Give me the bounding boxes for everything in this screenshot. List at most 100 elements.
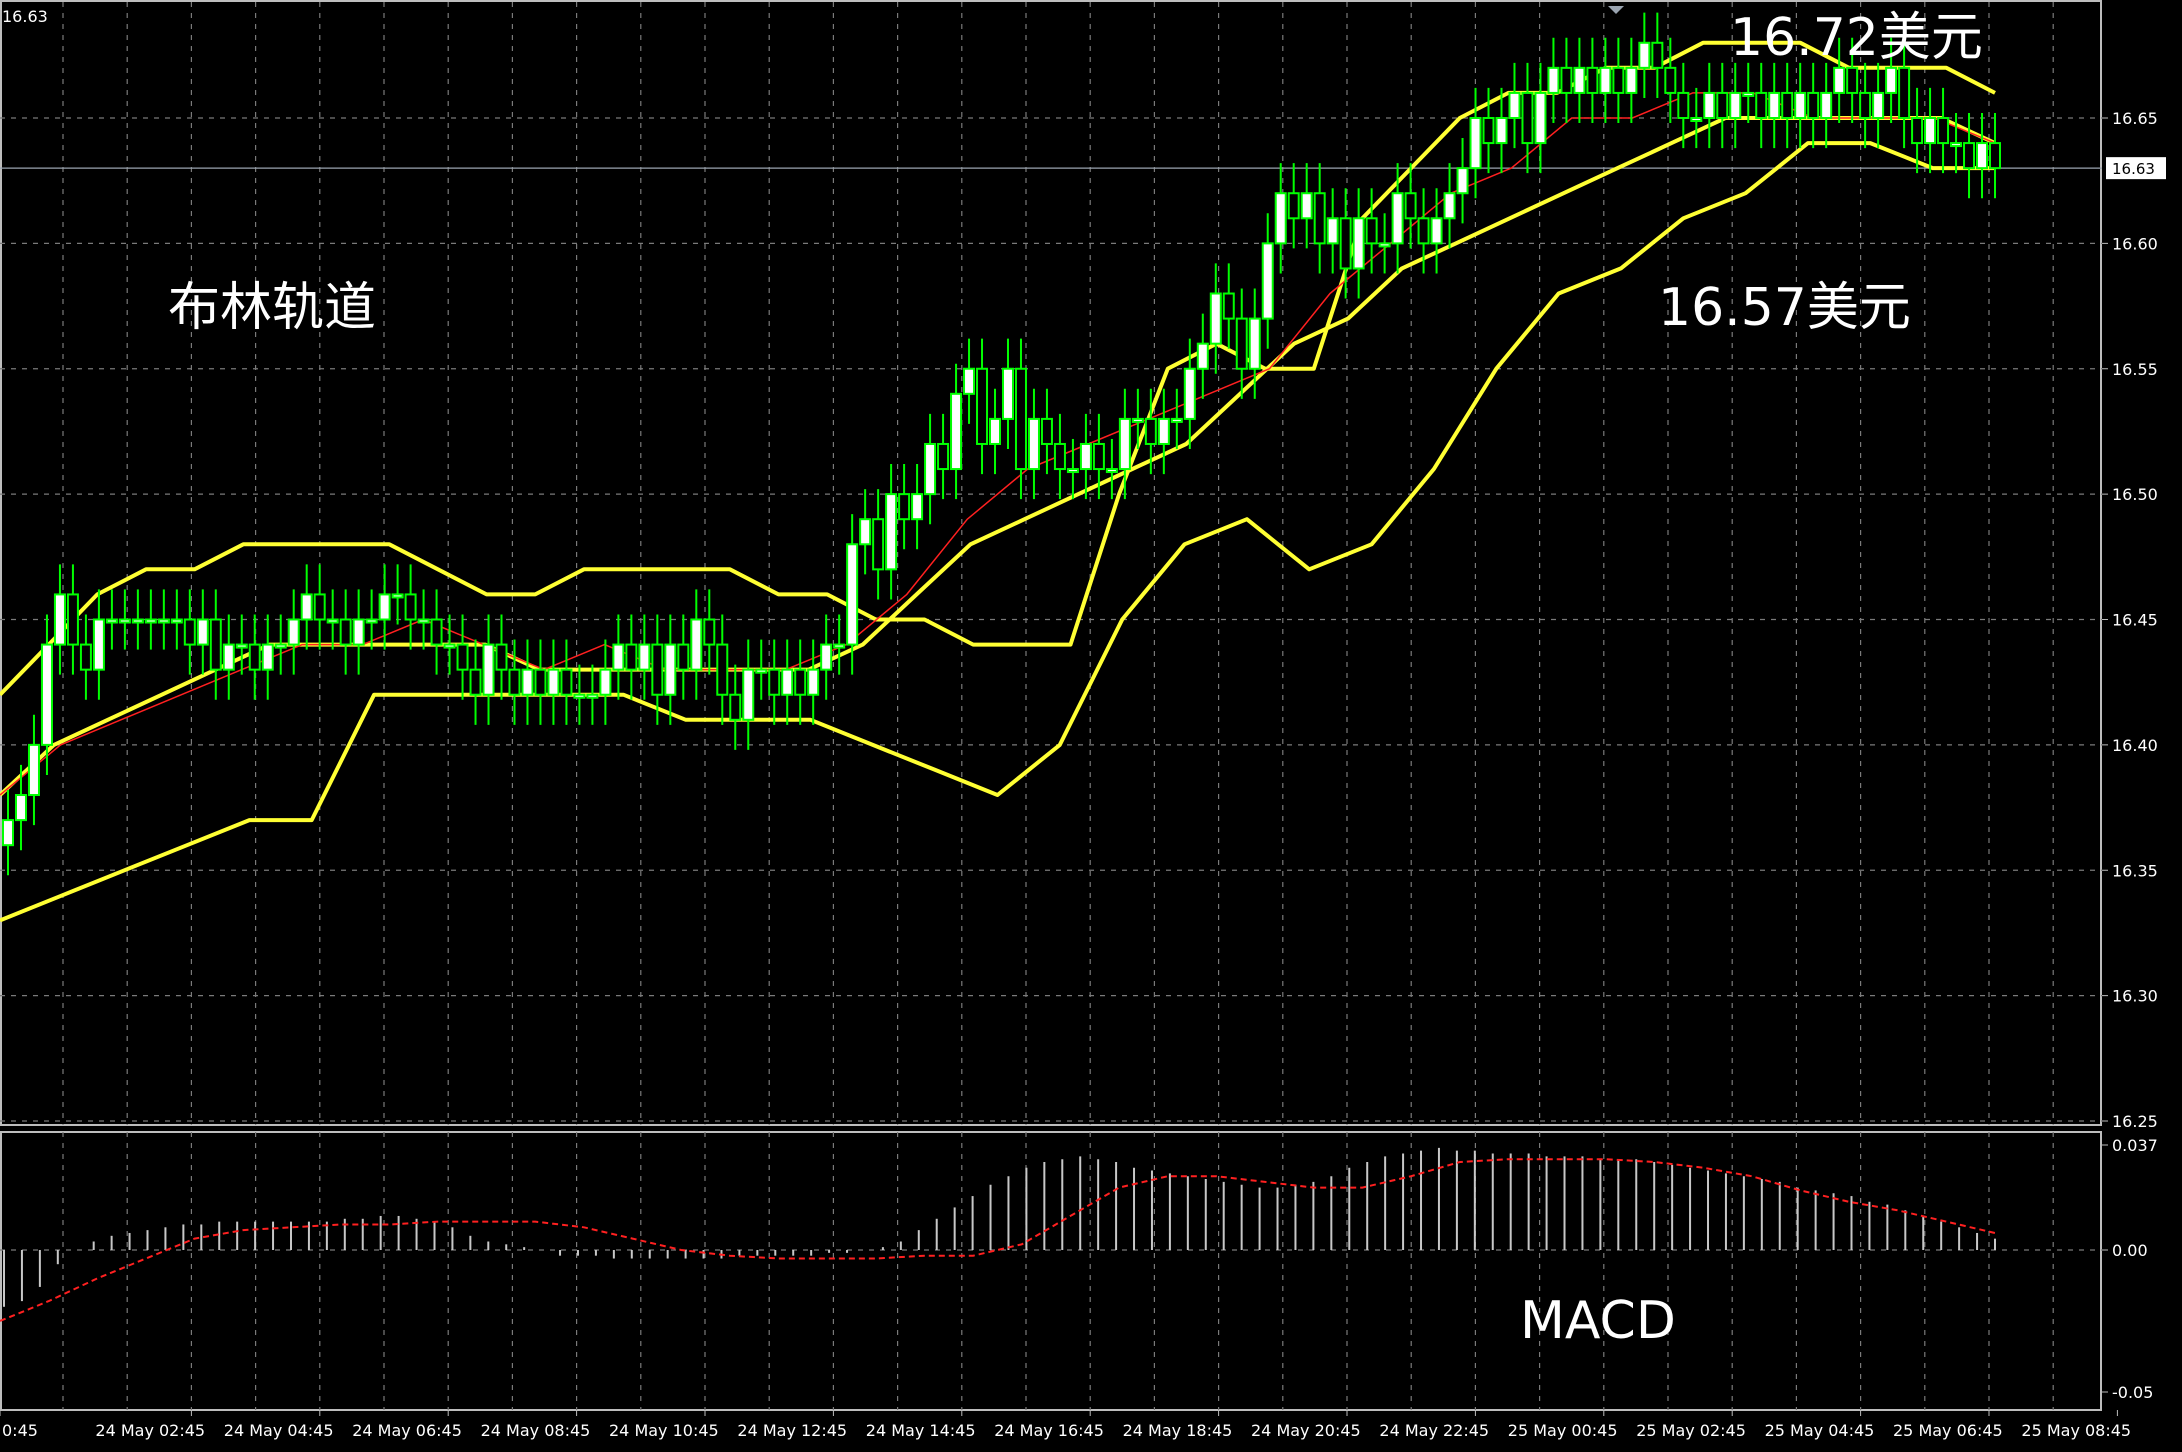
candle-body	[924, 442, 937, 496]
candle-body	[1755, 91, 1768, 120]
candle-body	[209, 618, 222, 671]
candle-body	[1963, 142, 1976, 170]
candle-body	[1729, 91, 1742, 120]
candle-body	[261, 643, 274, 671]
candle-body	[1885, 66, 1898, 94]
candle-body	[1443, 192, 1456, 220]
candle-body	[1638, 41, 1651, 69]
candle-body	[664, 643, 677, 696]
candle-body	[1859, 91, 1872, 120]
candle-body	[339, 618, 352, 646]
candle-body	[976, 367, 989, 445]
y-tick-label: 16.35	[2112, 861, 2158, 880]
candle-body	[742, 668, 755, 721]
candle-body	[1222, 292, 1235, 320]
candle-body	[1001, 367, 1014, 420]
candle-body	[885, 493, 898, 571]
candle-body	[1651, 41, 1664, 69]
candle-body	[1690, 117, 1703, 122]
candle-body	[1300, 192, 1313, 220]
candle-body	[1573, 66, 1586, 94]
candle-body	[690, 618, 703, 671]
candle-body	[248, 643, 261, 671]
candle-body	[1261, 242, 1274, 320]
candle-body	[1950, 142, 1963, 148]
candle-body	[274, 643, 287, 649]
candle-body	[911, 493, 924, 521]
candle-body	[469, 668, 482, 696]
candle-body	[417, 618, 430, 624]
candle-body	[1131, 417, 1144, 423]
x-tick-label: 24 May 14:45	[866, 1421, 976, 1440]
candle-body	[326, 618, 339, 624]
candle-body	[807, 668, 820, 696]
candle-body	[1937, 117, 1950, 145]
x-tick-label: 24 May 16:45	[994, 1421, 1104, 1440]
candle-body	[40, 643, 53, 746]
candle-body	[300, 593, 313, 621]
candle-body	[1157, 417, 1170, 445]
candle-body	[833, 643, 846, 649]
candle-body	[1898, 66, 1911, 119]
x-tick-label: 24 May 08:45	[481, 1421, 591, 1440]
candle-body	[365, 618, 378, 624]
x-tick-label: 24 May 04:45	[224, 1421, 334, 1440]
candle-body	[612, 643, 625, 671]
y-tick-label: 16.50	[2112, 485, 2158, 504]
candle-body	[27, 743, 40, 797]
candle-body	[196, 618, 209, 646]
candle-body	[287, 618, 300, 646]
candle-body	[651, 643, 664, 696]
candle-body	[950, 392, 963, 471]
candle-body	[170, 618, 183, 624]
candle-body	[1417, 217, 1430, 245]
lower-price-label: 16.57美元	[1658, 278, 1911, 338]
candle-body	[755, 668, 768, 674]
candle-body	[1170, 417, 1183, 423]
y-tick-label: 16.40	[2112, 736, 2158, 755]
candle-body	[430, 618, 443, 646]
candle-body	[1703, 91, 1716, 120]
candle-body	[1235, 317, 1248, 370]
y-tick-label: 0.00	[2112, 1241, 2148, 1260]
candle-body	[1612, 66, 1625, 94]
candle-body	[703, 618, 716, 646]
candle-body	[781, 668, 794, 696]
candle-body	[53, 593, 66, 646]
candle-body	[1430, 217, 1443, 245]
candle-body	[1482, 117, 1495, 145]
y-tick-label: 16.55	[2112, 360, 2158, 379]
candle-body	[1781, 91, 1794, 120]
candle-body	[937, 442, 950, 471]
candle-body	[1508, 91, 1521, 120]
candle-body	[1768, 91, 1781, 120]
candle-body	[1404, 192, 1417, 220]
x-tick-label: 0:45	[2, 1421, 38, 1440]
candle-body	[1365, 217, 1378, 245]
candle-body	[1313, 192, 1326, 245]
candle-body	[2, 819, 14, 847]
candle-body	[1911, 117, 1924, 145]
candle-body	[222, 643, 235, 671]
candle-body	[404, 593, 417, 621]
x-tick-label: 24 May 06:45	[352, 1421, 462, 1440]
candle-body	[1599, 66, 1612, 94]
candle-body	[989, 417, 1002, 445]
candle-body	[118, 618, 131, 624]
candle-body	[1079, 442, 1092, 471]
candle-body	[1378, 242, 1391, 248]
candle-body	[547, 668, 560, 696]
candle-body	[1339, 217, 1352, 270]
upper-price-label: 16.72美元	[1730, 8, 1983, 68]
candle-body	[859, 518, 872, 546]
candle-body	[1092, 442, 1105, 471]
x-tick-label: 25 May 00:45	[1508, 1421, 1618, 1440]
y-tick-label: 0.037	[2112, 1136, 2158, 1155]
x-tick-label: 24 May 12:45	[737, 1421, 847, 1440]
x-tick-label: 25 May 06:45	[1893, 1421, 2003, 1440]
candle-body	[1105, 468, 1118, 474]
candle-body	[560, 668, 573, 696]
candle-body	[1794, 91, 1807, 120]
candle-body	[677, 643, 690, 671]
x-tick-label: 25 May 04:45	[1765, 1421, 1875, 1440]
